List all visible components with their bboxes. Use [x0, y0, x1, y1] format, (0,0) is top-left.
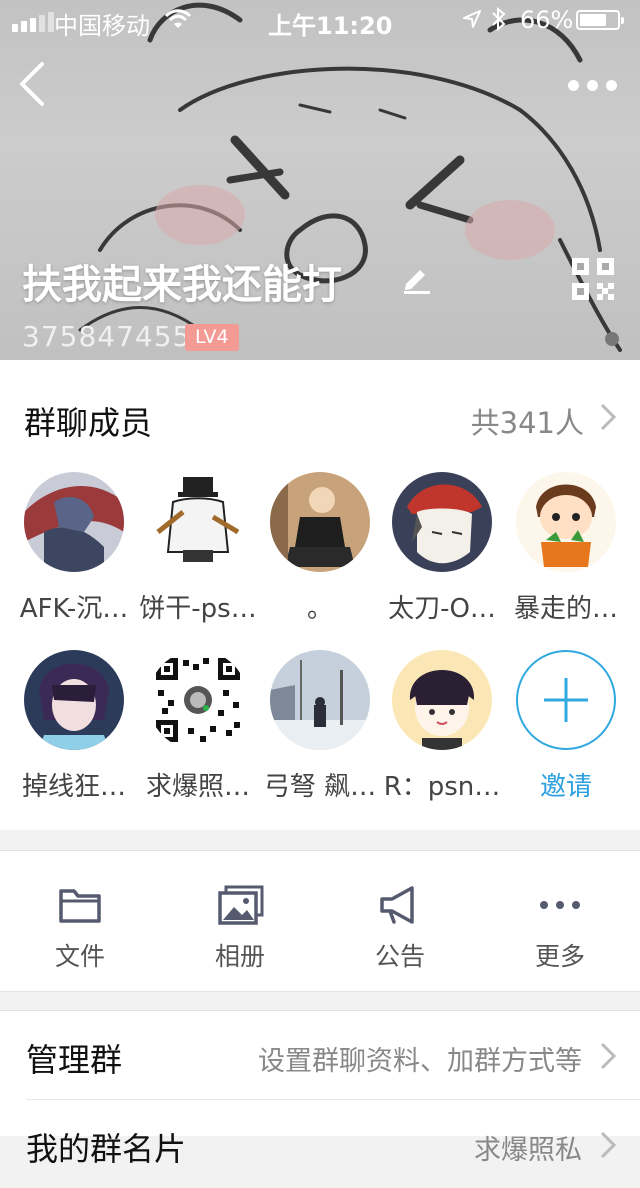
status-time: 上午11:20	[268, 12, 393, 40]
edit-name-icon[interactable]	[400, 262, 432, 294]
group-name: 扶我起来我还能打	[22, 262, 342, 308]
member-avatar	[24, 472, 124, 572]
signal-icon	[12, 12, 54, 32]
announcement-label: 公告	[374, 942, 425, 971]
album-icon	[218, 885, 264, 925]
member-avatar	[392, 472, 492, 572]
chevron-right-icon	[600, 1131, 617, 1159]
member-name: 弓弩 飙…	[263, 772, 377, 802]
group-header: 中国移动 上午11:20 66% 扶我起来我还能打 375847455 LV4	[0, 0, 640, 360]
member-item[interactable]: AFK-沉…	[12, 472, 136, 632]
member-item[interactable]: R：psn…	[380, 650, 504, 810]
invite-button[interactable]: 邀请	[504, 650, 628, 810]
member-name: 掉线狂…	[21, 772, 126, 802]
member-item[interactable]: 求爆照…	[136, 650, 260, 810]
group-card-row[interactable]: 我的群名片 求爆照私	[0, 1100, 640, 1188]
member-avatar	[148, 650, 248, 750]
member-item[interactable]: 。	[258, 472, 382, 632]
page-indicator	[605, 332, 619, 346]
invite-circle[interactable]	[516, 650, 616, 750]
album-button[interactable]: 相册	[160, 851, 320, 993]
member-item[interactable]: 弓弩 飙…	[258, 650, 382, 810]
manage-group-row[interactable]: 管理群 设置群聊资料、加群方式等	[0, 1011, 640, 1100]
files-label: 文件	[54, 942, 105, 971]
group-card-label: 我的群名片	[26, 1130, 187, 1168]
member-avatar	[148, 472, 248, 572]
location-icon	[463, 10, 481, 28]
group-id: 375847455	[22, 320, 192, 353]
member-avatar	[270, 472, 370, 572]
status-bar: 中国移动 上午11:20 66%	[0, 0, 640, 40]
members-title: 群聊成员	[24, 404, 153, 442]
member-name: 。	[306, 594, 333, 624]
album-label: 相册	[214, 942, 265, 971]
member-avatar	[392, 650, 492, 750]
announcement-button[interactable]: 公告	[320, 851, 480, 993]
settings-list: 管理群 设置群聊资料、加群方式等 我的群名片 求爆照私	[0, 1010, 640, 1168]
level-badge: LV4	[185, 324, 239, 351]
more-actions-button[interactable]: 更多	[480, 851, 640, 993]
member-name: 太刀-O…	[388, 594, 496, 624]
battery-icon	[576, 10, 624, 30]
member-name: AFK-沉…	[19, 594, 129, 624]
wifi-icon	[164, 9, 192, 28]
group-card-value: 求爆照私	[474, 1135, 582, 1166]
member-name: R：psn…	[383, 772, 501, 802]
member-item[interactable]: 掉线狂…	[12, 650, 136, 810]
member-avatar	[270, 650, 370, 750]
battery-percent: 66%	[520, 6, 574, 34]
bluetooth-icon	[492, 6, 506, 32]
chevron-right-icon	[600, 1042, 617, 1070]
manage-group-hint: 设置群聊资料、加群方式等	[258, 1046, 582, 1077]
megaphone-icon	[380, 886, 414, 924]
member-name: 暴走的…	[513, 594, 618, 624]
member-avatar	[24, 650, 124, 750]
member-name: 饼干-ps…	[139, 594, 257, 624]
carrier-name: 中国移动	[54, 12, 150, 40]
back-button[interactable]	[14, 60, 54, 108]
more-menu-button[interactable]	[562, 70, 622, 100]
chevron-right-icon[interactable]	[598, 402, 618, 432]
member-item[interactable]: 饼干-ps…	[136, 472, 260, 632]
folder-icon	[59, 889, 101, 923]
manage-group-label: 管理群	[26, 1041, 123, 1079]
member-item[interactable]: 暴走的…	[504, 472, 628, 632]
invite-label[interactable]: 邀请	[504, 766, 628, 803]
members-section: 群聊成员 共341人 AFK-沉… 饼干-ps… 。 太刀-O… 暴走的… 掉线…	[0, 360, 640, 830]
quick-actions-bar: 文件 相册 公告 更多	[0, 850, 640, 992]
member-avatar	[516, 472, 616, 572]
members-count[interactable]: 共341人	[471, 400, 584, 442]
plus-icon	[544, 678, 588, 722]
more-icon	[540, 901, 580, 909]
member-name: 求爆照…	[145, 772, 250, 802]
files-button[interactable]: 文件	[0, 851, 160, 993]
qr-code-icon[interactable]	[572, 258, 614, 300]
more-actions-label: 更多	[534, 942, 585, 971]
member-item[interactable]: 太刀-O…	[380, 472, 504, 632]
